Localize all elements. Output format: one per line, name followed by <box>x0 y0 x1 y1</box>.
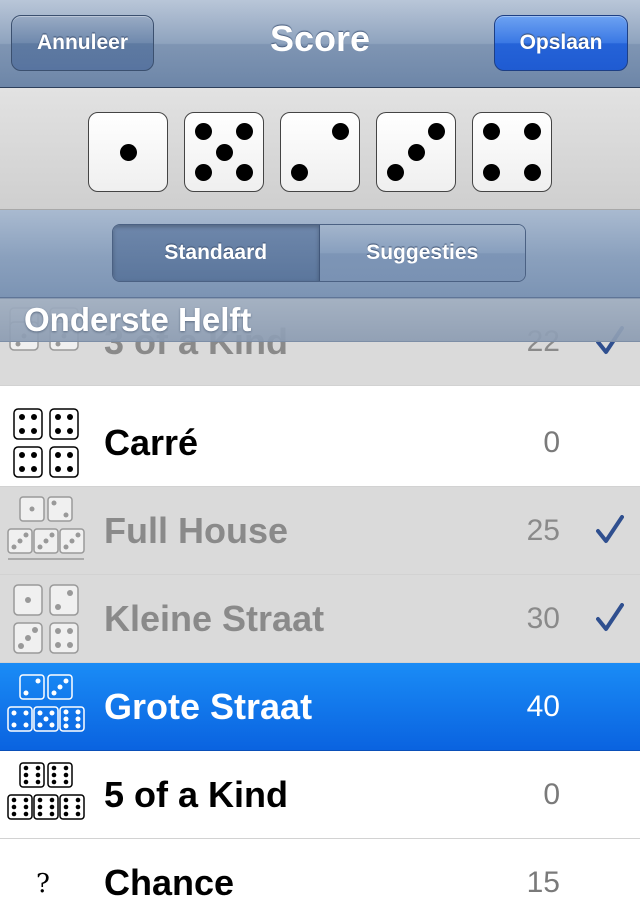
row-label: Grote Straat <box>104 686 313 727</box>
die-pip <box>236 164 254 182</box>
checkmark-icon <box>596 515 624 543</box>
row-score: 0 <box>543 778 560 811</box>
table-row-carre[interactable]: Carré 0 <box>0 399 640 487</box>
segment-bar: Standaard Suggesties <box>0 210 640 298</box>
row-label: Chance <box>104 862 235 903</box>
tab-standard[interactable]: Standaard <box>113 225 320 281</box>
full-house-icon <box>7 496 85 560</box>
section-header: Onderste Helft <box>0 298 640 342</box>
tab-suggestions[interactable]: Suggesties <box>319 225 525 281</box>
die-2[interactable] <box>184 112 264 192</box>
small-straight-icon <box>13 584 79 654</box>
dice-tray <box>0 88 640 210</box>
die-pip <box>482 164 500 182</box>
section-title: Onderste Helft <box>24 301 252 338</box>
question-mark-icon: ? <box>36 869 50 899</box>
die-pip <box>119 143 137 161</box>
die-pip <box>524 122 542 140</box>
large-straight-icon <box>7 674 85 732</box>
row-score: 30 <box>526 602 560 635</box>
table-row-chance[interactable]: ? Chance 15 <box>0 839 640 920</box>
die-3[interactable] <box>280 112 360 192</box>
die-4[interactable] <box>376 112 456 192</box>
row-label: Full House <box>104 510 289 551</box>
die-pip <box>215 143 233 161</box>
die-pip <box>428 122 446 140</box>
table-row-large-straight[interactable]: Grote Straat 40 <box>0 663 640 751</box>
navigation-bar: Annuleer Score Opslaan <box>0 0 640 88</box>
row-score: 15 <box>526 866 560 899</box>
row-score: 40 <box>526 690 560 723</box>
die-1[interactable] <box>88 112 168 192</box>
segmented-control: Standaard Suggesties <box>112 224 526 282</box>
die-pip <box>386 164 404 182</box>
die-pip <box>194 122 212 140</box>
die-pip <box>524 164 542 182</box>
carre-icon <box>13 408 79 478</box>
table-row-small-straight[interactable]: Kleine Straat 30 <box>0 575 640 663</box>
die-5[interactable] <box>472 112 552 192</box>
table-row-five-of-a-kind[interactable]: 5 of a Kind 0 <box>0 751 640 839</box>
die-pip <box>194 164 212 182</box>
five-of-a-kind-icon <box>7 762 85 820</box>
row-label: Carré <box>104 422 199 463</box>
row-label: Kleine Straat <box>104 598 325 639</box>
die-pip <box>290 164 308 182</box>
row-score: 0 <box>543 426 560 459</box>
die-pip <box>482 122 500 140</box>
row-score: 25 <box>526 514 560 547</box>
die-pip <box>332 122 350 140</box>
row-label: 5 of a Kind <box>104 774 289 815</box>
save-button[interactable]: Opslaan <box>494 15 628 71</box>
table-row-full-house[interactable]: Full House 25 <box>0 487 640 575</box>
die-pip <box>236 122 254 140</box>
checkmark-icon <box>596 603 624 631</box>
die-pip <box>407 143 425 161</box>
score-list: 3 of a Kind 22 Carré 0 <box>0 298 640 920</box>
